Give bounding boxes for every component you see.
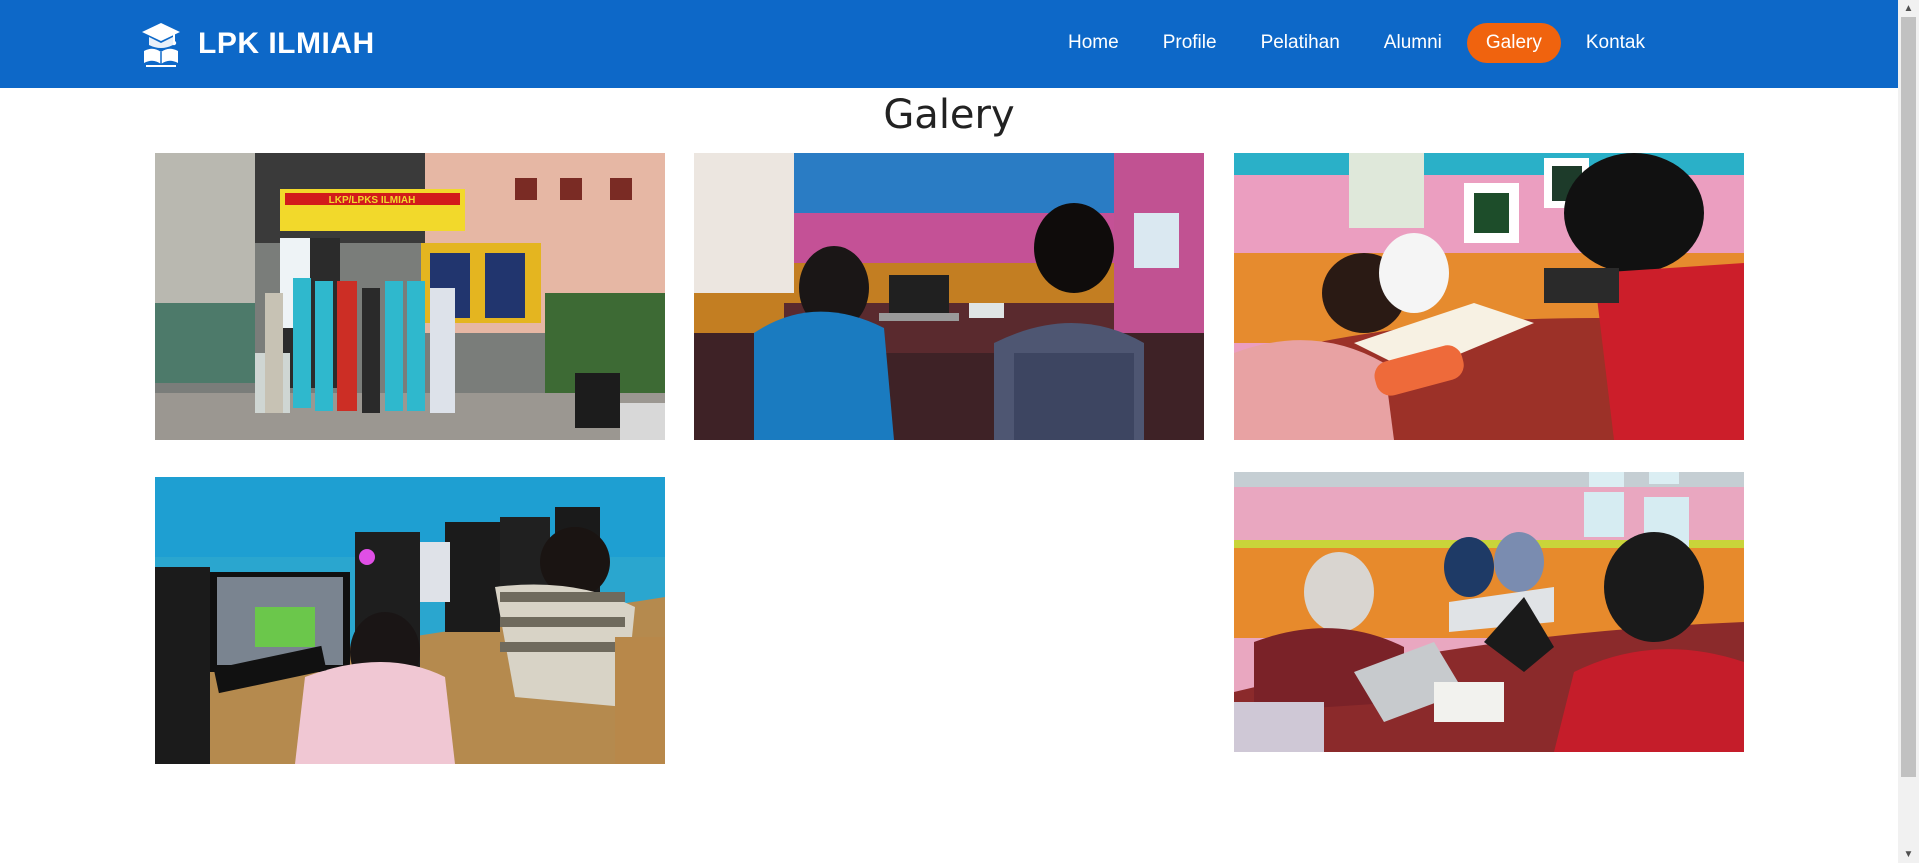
sign-text: LKP/LPKS ILMIAH bbox=[329, 195, 416, 206]
nav-kontak[interactable]: Kontak bbox=[1567, 23, 1664, 63]
gallery-photo-group[interactable]: LKP/LPKS ILMIAH bbox=[155, 153, 665, 440]
gallery-photo-meeting[interactable] bbox=[694, 153, 1204, 440]
gallery-photo-study[interactable] bbox=[1234, 153, 1744, 440]
brand-name: LPK ILMIAH bbox=[198, 27, 375, 60]
gallery-photo-computer-lab[interactable] bbox=[155, 477, 665, 764]
scroll-thumb[interactable] bbox=[1901, 17, 1916, 777]
page-title: Galery bbox=[883, 92, 1015, 138]
vertical-scrollbar[interactable]: ▲ ▼ bbox=[1898, 0, 1919, 863]
page: LPK ILMIAH Home Profile Pelatihan Alumni… bbox=[0, 0, 1919, 863]
nav-pelatihan[interactable]: Pelatihan bbox=[1242, 23, 1359, 63]
nav-alumni[interactable]: Alumni bbox=[1365, 23, 1461, 63]
nav-home[interactable]: Home bbox=[1049, 23, 1138, 63]
scroll-down-icon[interactable]: ▼ bbox=[1898, 846, 1919, 863]
navbar: LPK ILMIAH Home Profile Pelatihan Alumni… bbox=[0, 0, 1898, 88]
main-nav: Home Profile Pelatihan Alumni Galery Kon… bbox=[1043, 23, 1664, 63]
nav-galery[interactable]: Galery bbox=[1466, 23, 1561, 63]
gallery-photo-laptop-class[interactable] bbox=[1234, 472, 1744, 752]
scroll-up-icon[interactable]: ▲ bbox=[1898, 0, 1919, 17]
nav-profile[interactable]: Profile bbox=[1144, 23, 1236, 63]
brand-link[interactable]: LPK ILMIAH bbox=[140, 20, 375, 68]
graduation-book-icon bbox=[140, 21, 182, 67]
